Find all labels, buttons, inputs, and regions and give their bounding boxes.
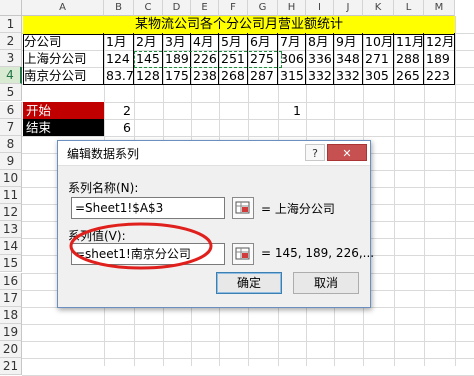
annotation-overlay (69, 222, 213, 270)
red-highlight-ellipse (69, 222, 213, 270)
